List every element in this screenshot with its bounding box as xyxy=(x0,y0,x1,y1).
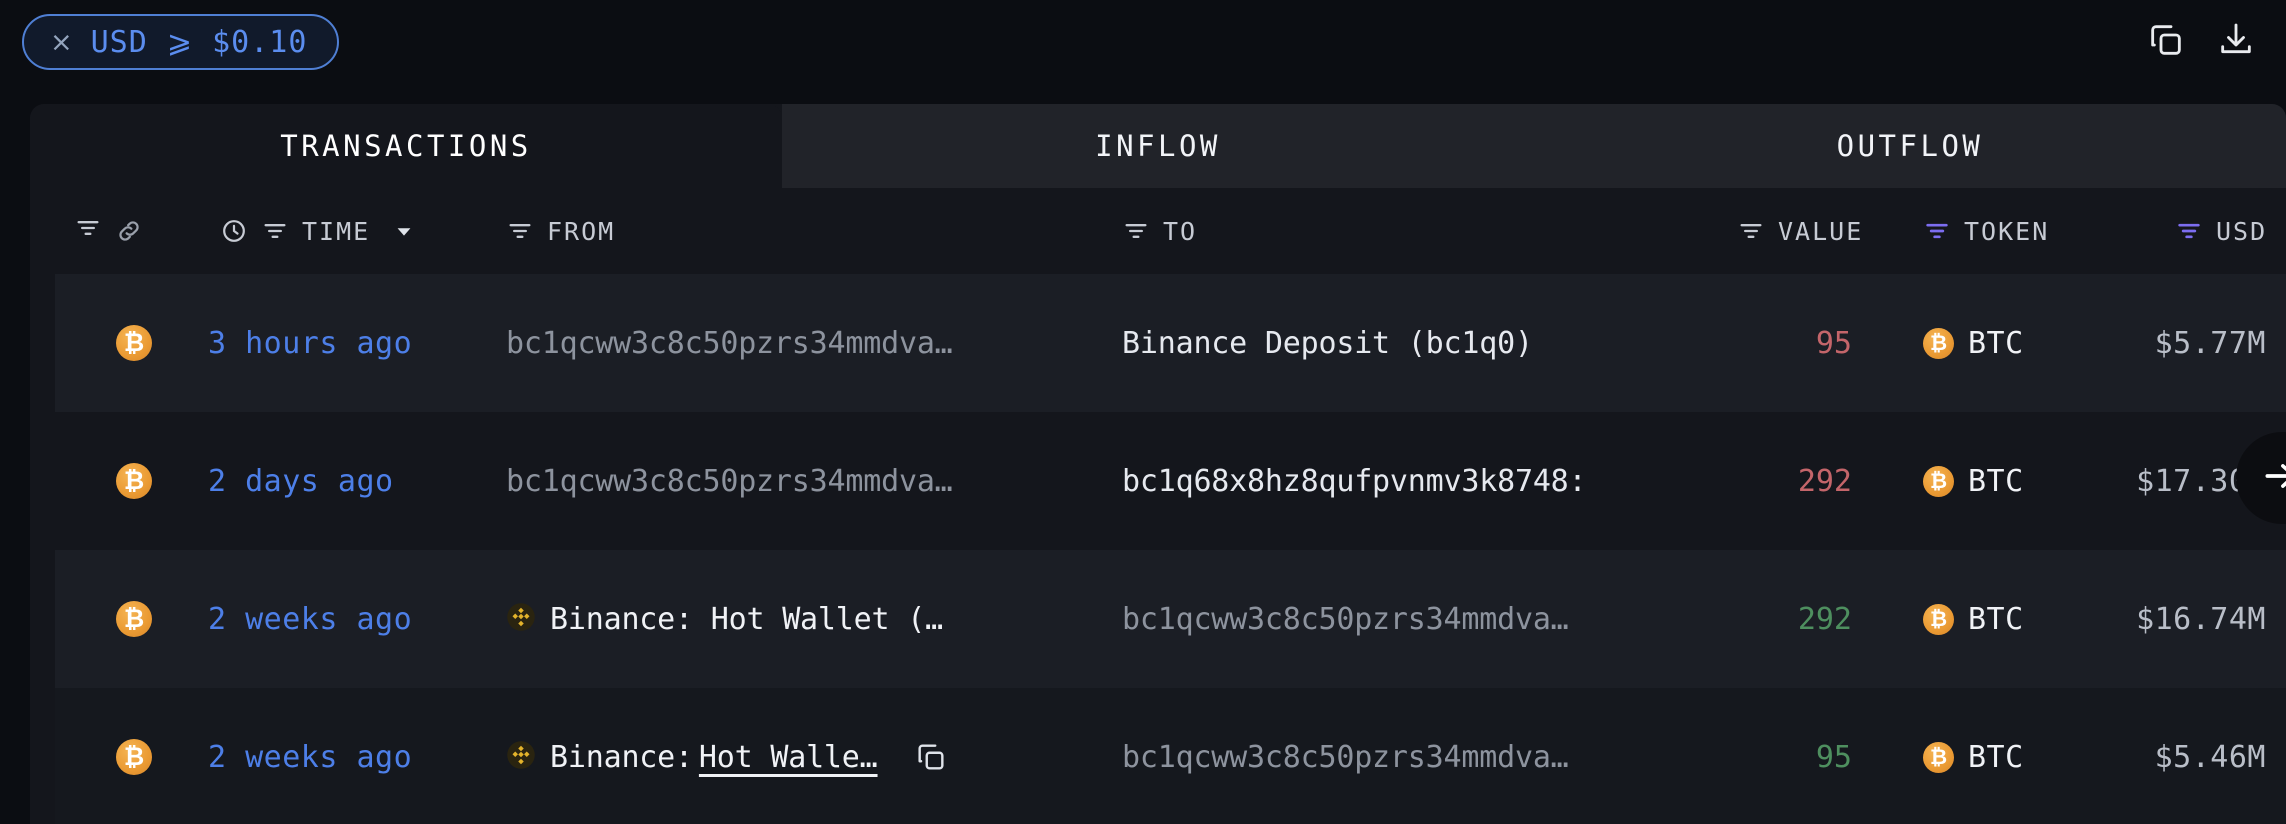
row-from-address[interactable]: bc1qcww3c8c50pzrs34mmdva… xyxy=(506,412,953,550)
arrow-right-icon xyxy=(2260,454,2286,502)
column-header-time[interactable]: TIME xyxy=(220,188,415,274)
row-token: ₿ BTC xyxy=(1923,550,2024,688)
row-chain-icon: ₿ xyxy=(116,688,152,824)
tab-transactions-label: TRANSACTIONS xyxy=(280,129,532,163)
table-row[interactable]: ₿ 2 days ago bc1qcww3c8c50pzrs34mmdva… b… xyxy=(30,412,2286,550)
filter-chip-usd[interactable]: × USD ⩾ $0.10 xyxy=(22,14,340,70)
row-from-entity[interactable]: Binance: Hot Wallet (… xyxy=(506,550,943,688)
btc-icon: ₿ xyxy=(1923,465,1954,497)
row-time[interactable]: 2 weeks ago xyxy=(208,550,412,688)
column-header-to-label: TO xyxy=(1163,216,1198,246)
btc-icon: ₿ xyxy=(116,601,152,637)
column-header-time-label: TIME xyxy=(302,216,371,246)
row-chain-icon: ₿ xyxy=(116,550,152,688)
row-to-address[interactable]: bc1qcww3c8c50pzrs34mmdva… xyxy=(1122,550,1682,688)
tab-outflow-label: OUTFLOW xyxy=(1836,129,1984,163)
column-header-token[interactable]: TOKEN xyxy=(1923,188,2049,274)
column-header-from-label: FROM xyxy=(547,216,616,246)
table-row[interactable]: ₿ 2 weeks ago Bina xyxy=(30,688,2286,824)
clock-icon xyxy=(220,217,248,245)
column-header-usd[interactable]: USD xyxy=(2175,188,2267,274)
row-to-address[interactable]: Binance Deposit (bc1q0) xyxy=(1122,274,1682,412)
table-row[interactable]: ₿ 3 hours ago bc1qcww3c8c50pzrs34mmdva… … xyxy=(30,274,2286,412)
row-token-label: BTC xyxy=(1968,325,2024,361)
column-header-token-label: TOKEN xyxy=(1964,216,2050,246)
row-value: 95 xyxy=(1815,739,1852,775)
tab-outflow[interactable]: OUTFLOW xyxy=(1534,104,2286,188)
row-to-address[interactable]: bc1qcww3c8c50pzrs34mmdva… xyxy=(1122,688,1682,824)
filter-chip-label: USD ⩾ $0.10 xyxy=(90,24,308,60)
row-from-entity[interactable]: Binance: Hot Walle… xyxy=(506,688,1106,824)
column-header-chain[interactable] xyxy=(74,188,143,274)
row-token: ₿ BTC xyxy=(1923,274,2024,412)
row-to-address[interactable]: bc1q68x8hz8qufpvnmv3k8748: xyxy=(1122,412,1682,550)
btc-icon: ₿ xyxy=(116,325,152,361)
row-usd-value: $16.74M xyxy=(2136,601,2266,637)
row-usd-value: $17.30M xyxy=(2136,463,2266,499)
row-from-address[interactable]: bc1qcww3c8c50pzrs34mmdva… xyxy=(506,274,953,412)
filter-icon[interactable] xyxy=(1122,217,1150,245)
btc-icon: ₿ xyxy=(116,463,152,499)
tab-bar: TRANSACTIONS INFLOW OUTFLOW xyxy=(30,104,2286,188)
btc-icon: ₿ xyxy=(116,739,152,775)
column-header-value-label: VALUE xyxy=(1778,216,1864,246)
row-chain-icon: ₿ xyxy=(116,412,152,550)
remove-filter-icon[interactable]: × xyxy=(50,29,73,56)
row-value: 292 xyxy=(1797,463,1852,499)
column-header-row: TIME FROM TO VALUE TOKEN USD xyxy=(30,188,2286,274)
transactions-panel: TRANSACTIONS INFLOW OUTFLOW TIME FROM TO… xyxy=(30,104,2286,824)
column-header-value[interactable]: VALUE xyxy=(1737,188,1863,274)
filter-icon-active[interactable] xyxy=(2175,217,2203,245)
column-header-from[interactable]: FROM xyxy=(506,188,615,274)
row-value: 95 xyxy=(1815,325,1852,361)
btc-icon: ₿ xyxy=(1923,327,1954,359)
download-icon xyxy=(2216,20,2256,64)
row-usd-value: $5.77M xyxy=(2154,325,2266,361)
row-token-label: BTC xyxy=(1968,601,2024,637)
row-token: ₿ BTC xyxy=(1923,412,2024,550)
table-row[interactable]: ₿ 2 weeks ago Bina xyxy=(30,550,2286,688)
row-usd-value: $5.46M xyxy=(2154,739,2266,775)
binance-icon xyxy=(506,602,536,636)
btc-icon: ₿ xyxy=(1923,741,1954,773)
filter-icon[interactable] xyxy=(74,214,102,248)
btc-icon: ₿ xyxy=(1923,603,1954,635)
filter-icon-active[interactable] xyxy=(1923,217,1951,245)
column-header-usd-label: USD xyxy=(2216,216,2268,246)
tab-inflow[interactable]: INFLOW xyxy=(782,104,1534,188)
link-icon[interactable] xyxy=(115,217,143,245)
copy-address-button[interactable] xyxy=(914,740,948,774)
row-time[interactable]: 3 hours ago xyxy=(208,274,412,412)
chevron-down-icon[interactable] xyxy=(393,220,415,242)
copy-icon xyxy=(2146,20,2186,64)
transactions-list: ₿ 3 hours ago bc1qcww3c8c50pzrs34mmdva… … xyxy=(30,274,2286,824)
row-value: 292 xyxy=(1797,601,1852,637)
download-button[interactable] xyxy=(2214,20,2258,64)
row-from-prefix: Binance: xyxy=(550,739,693,775)
row-time[interactable]: 2 days ago xyxy=(208,412,394,550)
filter-icon[interactable] xyxy=(1737,217,1765,245)
tab-inflow-label: INFLOW xyxy=(1095,129,1221,163)
tab-transactions[interactable]: TRANSACTIONS xyxy=(30,104,782,188)
row-token-label: BTC xyxy=(1968,463,2024,499)
copy-button[interactable] xyxy=(2144,20,2188,64)
binance-icon xyxy=(506,740,536,774)
row-chain-icon: ₿ xyxy=(116,274,152,412)
row-token: ₿ BTC xyxy=(1923,688,2024,824)
filter-icon[interactable] xyxy=(261,217,289,245)
row-from-label[interactable]: Hot Walle… xyxy=(699,740,878,775)
row-time[interactable]: 2 weeks ago xyxy=(208,688,412,824)
filter-icon[interactable] xyxy=(506,217,534,245)
row-from-label: Binance: Hot Wallet (… xyxy=(550,601,943,637)
top-filter-bar: × USD ⩾ $0.10 xyxy=(0,0,2286,92)
row-token-label: BTC xyxy=(1968,739,2024,775)
column-header-to[interactable]: TO xyxy=(1122,188,1197,274)
topbar-actions xyxy=(2144,20,2258,64)
